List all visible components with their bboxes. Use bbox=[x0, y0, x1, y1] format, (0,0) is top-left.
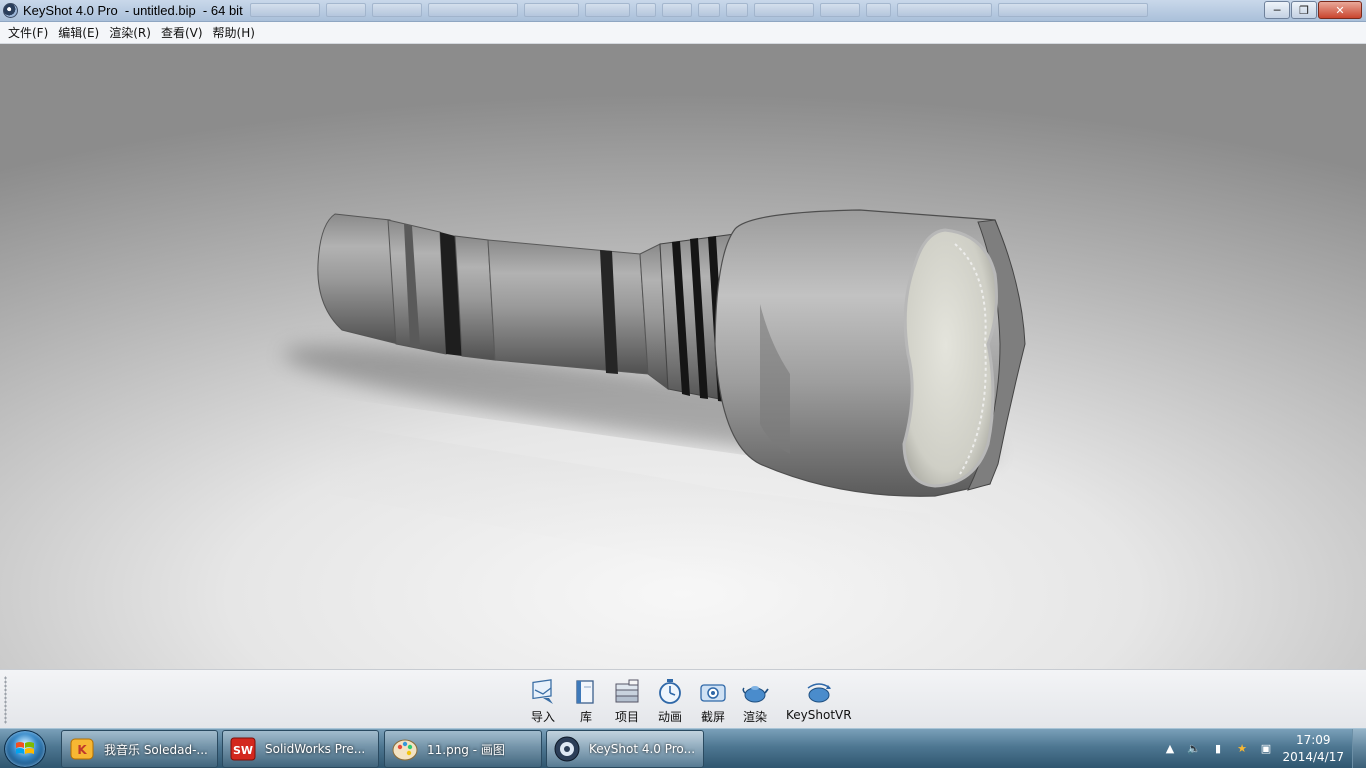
library-label: 库 bbox=[579, 710, 592, 724]
volume-icon[interactable]: 🔈 bbox=[1186, 741, 1202, 757]
taskbar-label: 我音乐 Soledad-... bbox=[104, 742, 208, 757]
taskbar-item-paint[interactable]: 11.png - 画图 bbox=[384, 730, 542, 768]
import-button[interactable]: 导入 bbox=[529, 678, 557, 726]
screenshot-label: 截屏 bbox=[700, 710, 725, 724]
device-icon[interactable]: ▮ bbox=[1210, 741, 1226, 757]
import-icon bbox=[532, 679, 553, 704]
screenshot-icon bbox=[700, 684, 726, 702]
close-icon[interactable]: ✕ bbox=[1318, 1, 1362, 19]
clock[interactable]: 17:09 2014/4/17 bbox=[1282, 732, 1344, 766]
music-player-icon: K bbox=[70, 738, 94, 760]
menu-file[interactable]: 文件(F) bbox=[3, 23, 53, 43]
menu-help[interactable]: 帮助(H) bbox=[208, 23, 260, 43]
restore-icon[interactable]: ❐ bbox=[1291, 1, 1317, 19]
render-button[interactable]: 渲染 bbox=[741, 678, 769, 726]
solidworks-icon: SW bbox=[230, 737, 256, 761]
window-controls: ─ ❐ ✕ bbox=[1264, 1, 1362, 19]
animation-button[interactable]: 动画 bbox=[656, 678, 684, 726]
taskbar-label: KeyShot 4.0 Pro... bbox=[589, 742, 696, 756]
animation-label: 动画 bbox=[657, 710, 682, 724]
svg-text:SW: SW bbox=[233, 744, 253, 757]
render-icon bbox=[742, 686, 769, 703]
windows-start-icon[interactable] bbox=[4, 730, 46, 768]
toolbar-grip[interactable] bbox=[4, 676, 7, 724]
menu-edit[interactable]: 编辑(E) bbox=[53, 23, 104, 43]
clock-time: 17:09 bbox=[1295, 733, 1331, 747]
taskbar-item-solidworks[interactable]: SW SolidWorks Pre... bbox=[222, 730, 379, 768]
main-toolbar: 导入 库 项目 动画 截屏 渲染 KeyShotVR bbox=[0, 669, 1366, 728]
clock-date: 2014/4/17 bbox=[1282, 750, 1344, 764]
show-hidden-icons-arrow[interactable]: ▲ bbox=[1162, 741, 1178, 757]
keyshotvr-icon bbox=[807, 683, 831, 703]
project-label: 项目 bbox=[614, 710, 639, 724]
network-icon[interactable]: ▣ bbox=[1258, 741, 1274, 757]
svg-text:K: K bbox=[77, 743, 87, 757]
import-label: 导入 bbox=[530, 710, 555, 724]
window-title: KeyShot 4.0 Pro - untitled.bip - 64 bit bbox=[23, 3, 243, 18]
project-button[interactable]: 项目 bbox=[613, 678, 641, 726]
windows-taskbar: K 我音乐 Soledad-... SW SolidWorks Pre... 1… bbox=[0, 728, 1366, 768]
menu-bar: 文件(F) 编辑(E) 渲染(R) 查看(V) 帮助(H) bbox=[0, 22, 1366, 44]
menu-render[interactable]: 渲染(R) bbox=[104, 23, 156, 43]
taskbar-item-keyshot[interactable]: KeyShot 4.0 Pro... bbox=[546, 730, 704, 768]
title-bar[interactable]: KeyShot 4.0 Pro - untitled.bip - 64 bit … bbox=[0, 0, 1366, 22]
library-icon bbox=[576, 680, 594, 704]
paint-icon bbox=[392, 739, 418, 761]
app-tray-icon[interactable]: ★ bbox=[1234, 741, 1250, 757]
keyshotvr-button[interactable]: KeyShotVR bbox=[786, 678, 852, 726]
menu-view[interactable]: 查看(V) bbox=[156, 23, 208, 43]
windows-flag-icon bbox=[16, 742, 34, 754]
minimize-icon[interactable]: ─ bbox=[1264, 1, 1290, 19]
keyshot-app-icon[interactable] bbox=[3, 3, 18, 18]
taskbar-label: SolidWorks Pre... bbox=[265, 742, 366, 756]
flashlight-model-render[interactable] bbox=[0, 44, 1366, 669]
screenshot-button[interactable]: 截屏 bbox=[699, 678, 727, 726]
render-label: 渲染 bbox=[742, 710, 767, 724]
render-viewport[interactable] bbox=[0, 44, 1366, 669]
keyshot-icon bbox=[554, 736, 580, 762]
taskbar-label: 11.png - 画图 bbox=[427, 742, 505, 757]
project-icon bbox=[615, 679, 639, 703]
show-desktop-button[interactable] bbox=[1352, 729, 1366, 768]
animation-icon bbox=[659, 679, 681, 704]
background-window-strip bbox=[250, 3, 1250, 19]
keyshotvr-label: KeyShotVR bbox=[786, 708, 852, 722]
library-button[interactable]: 库 bbox=[572, 678, 600, 726]
taskbar-item-music[interactable]: K 我音乐 Soledad-... bbox=[61, 730, 218, 768]
